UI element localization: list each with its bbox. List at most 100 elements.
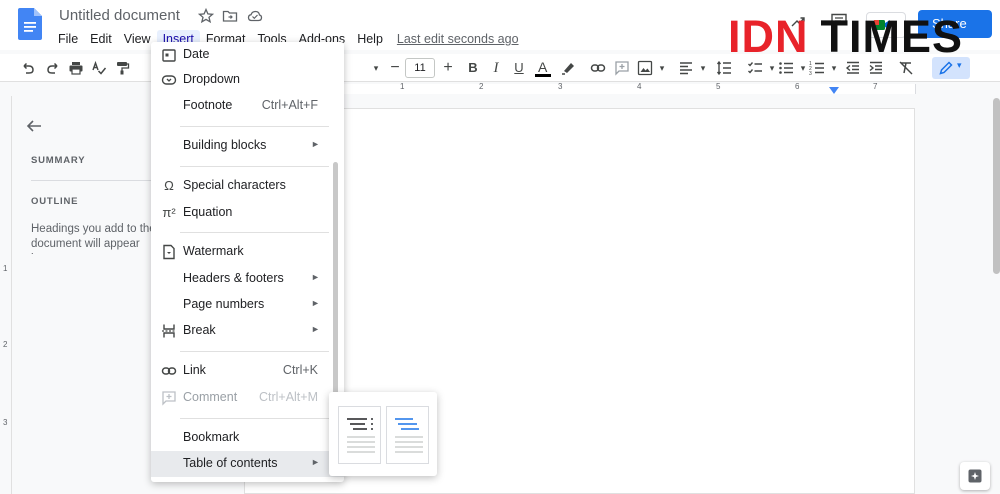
menu-item-bookmark[interactable]: Bookmark [151,425,344,451]
bold-button[interactable]: B [465,60,481,76]
menu-item-footnote[interactable]: Footnote Ctrl+Alt+F [151,93,344,119]
menu-item-label: Dropdown [183,72,240,86]
menu-item-equation[interactable]: π² Equation [151,200,344,226]
horizontal-ruler: 1 2 3 4 5 6 7 [0,82,1000,96]
menu-item-label: Page numbers [183,297,265,311]
editing-mode-button[interactable]: ▾ [932,57,970,79]
star-icon[interactable] [198,8,214,24]
increase-indent-icon[interactable] [868,60,884,76]
menu-item-link[interactable]: Link Ctrl+K [151,358,344,384]
insert-link-icon[interactable] [590,60,606,76]
numbered-list-icon[interactable]: 123 [809,60,825,76]
explore-icon [968,469,982,483]
italic-button[interactable]: I [488,60,504,76]
table-of-contents-submenu [329,392,437,476]
menu-item-date[interactable]: Date [151,42,344,68]
menu-item-table-of-contents[interactable]: Table of contents ► [151,451,344,477]
ruler-number: 7 [873,82,878,91]
menu-item-label: Footnote [183,98,233,112]
line-spacing-icon[interactable] [716,60,732,76]
cloud-status-icon[interactable] [247,8,263,24]
menu-item-shortcut: Ctrl+Alt+M [258,390,318,404]
add-comment-icon[interactable] [614,60,630,76]
redo-icon[interactable] [45,60,61,76]
menu-item-label: Watermark [183,244,244,258]
paint-format-icon[interactable] [114,60,130,76]
v-ruler-number: 3 [3,418,8,427]
explore-button[interactable] [960,462,990,490]
menu-item-page-numbers[interactable]: Page numbers ► [151,292,344,318]
toc-blue-links-icon [395,418,423,453]
move-folder-icon[interactable] [222,8,238,24]
title-bar: Untitled document File Edit View Insert … [0,0,1000,62]
submenu-arrow-icon: ► [311,298,320,308]
image-dropdown-arrow-icon[interactable]: ▾ [654,60,670,76]
align-left-icon[interactable] [678,60,694,76]
menu-item-label: Headers & footers [183,271,284,285]
menu-file[interactable]: File [52,30,84,48]
menu-item-label: Bookmark [183,430,240,444]
menu-item-break[interactable]: Break ► [151,318,344,344]
outline-hint: Headings you add to the document will ap… [31,223,156,254]
omega-icon: Ω [164,178,174,193]
font-size-input[interactable]: 11 [405,58,435,78]
pi-icon: π² [162,205,176,220]
ruler-number: 2 [479,82,484,91]
decrease-font-size-icon[interactable]: − [387,60,403,76]
pencil-icon [939,61,953,75]
link-icon [161,367,177,375]
spellcheck-icon[interactable] [91,60,107,76]
document-title[interactable]: Untitled document [59,7,180,24]
menu-item-label: Equation [183,205,233,219]
ruler-number: 4 [637,82,642,91]
menu-help[interactable]: Help [351,30,389,48]
text-color-button[interactable]: A [534,58,552,78]
insert-image-icon[interactable] [637,60,653,76]
watermark-icon [163,244,175,260]
menu-item-label: Table of contents [183,456,278,470]
last-edit-link[interactable]: Last edit seconds ago [397,32,519,46]
toc-page-numbers-icon [347,418,375,453]
text-color-label: A [538,59,548,75]
comment-icon [162,391,176,406]
print-icon[interactable] [68,60,84,76]
right-indent-marker-icon[interactable] [829,87,839,95]
menu-item-special-characters[interactable]: Ω Special characters [151,173,344,199]
align-dropdown-arrow-icon[interactable]: ▾ [695,60,711,76]
underline-button[interactable]: U [511,60,527,76]
menu-item-label: Link [183,363,206,377]
close-outline-arrow-icon[interactable] [25,117,43,135]
menu-item-comment: Comment Ctrl+Alt+M [151,385,344,411]
submenu-arrow-icon: ► [311,272,320,282]
menu-item-headers-footers[interactable]: Headers & footers ► [151,266,344,292]
menu-item-watermark[interactable]: Watermark [151,239,344,265]
break-icon [162,324,176,338]
date-icon [162,49,176,62]
toc-with-page-numbers-option[interactable] [338,406,381,464]
menu-item-building-blocks[interactable]: Building blocks ► [151,133,344,159]
numbered-dropdown-arrow-icon[interactable]: ▾ [826,60,842,76]
submenu-arrow-icon: ► [311,139,320,149]
editing-mode-arrow-icon: ▾ [957,60,962,70]
undo-icon[interactable] [20,60,36,76]
checklist-icon[interactable] [747,60,763,76]
menu-item-label: Date [183,47,210,61]
clear-formatting-icon[interactable] [898,60,914,76]
ruler-number: 3 [558,82,563,91]
toc-with-blue-links-option[interactable] [386,406,429,464]
highlight-color-icon[interactable] [560,60,576,76]
scrollbar-thumb[interactable] [993,98,1000,274]
increase-font-size-icon[interactable]: + [440,60,456,76]
insert-menu: Date Dropdown Footnote Ctrl+Alt+F Buildi… [151,42,344,482]
menu-edit[interactable]: Edit [84,30,118,48]
ruler-page-area [328,84,916,94]
submenu-arrow-icon: ► [311,324,320,334]
summary-heading: SUMMARY [31,155,86,166]
menu-divider [180,351,329,352]
bulleted-list-icon[interactable] [778,60,794,76]
decrease-indent-icon[interactable] [845,60,861,76]
menu-item-dropdown[interactable]: Dropdown [151,67,344,93]
ruler-number: 1 [400,82,405,91]
font-dropdown-arrow-icon[interactable]: ▾ [368,60,384,76]
docs-logo-icon[interactable] [18,8,42,40]
